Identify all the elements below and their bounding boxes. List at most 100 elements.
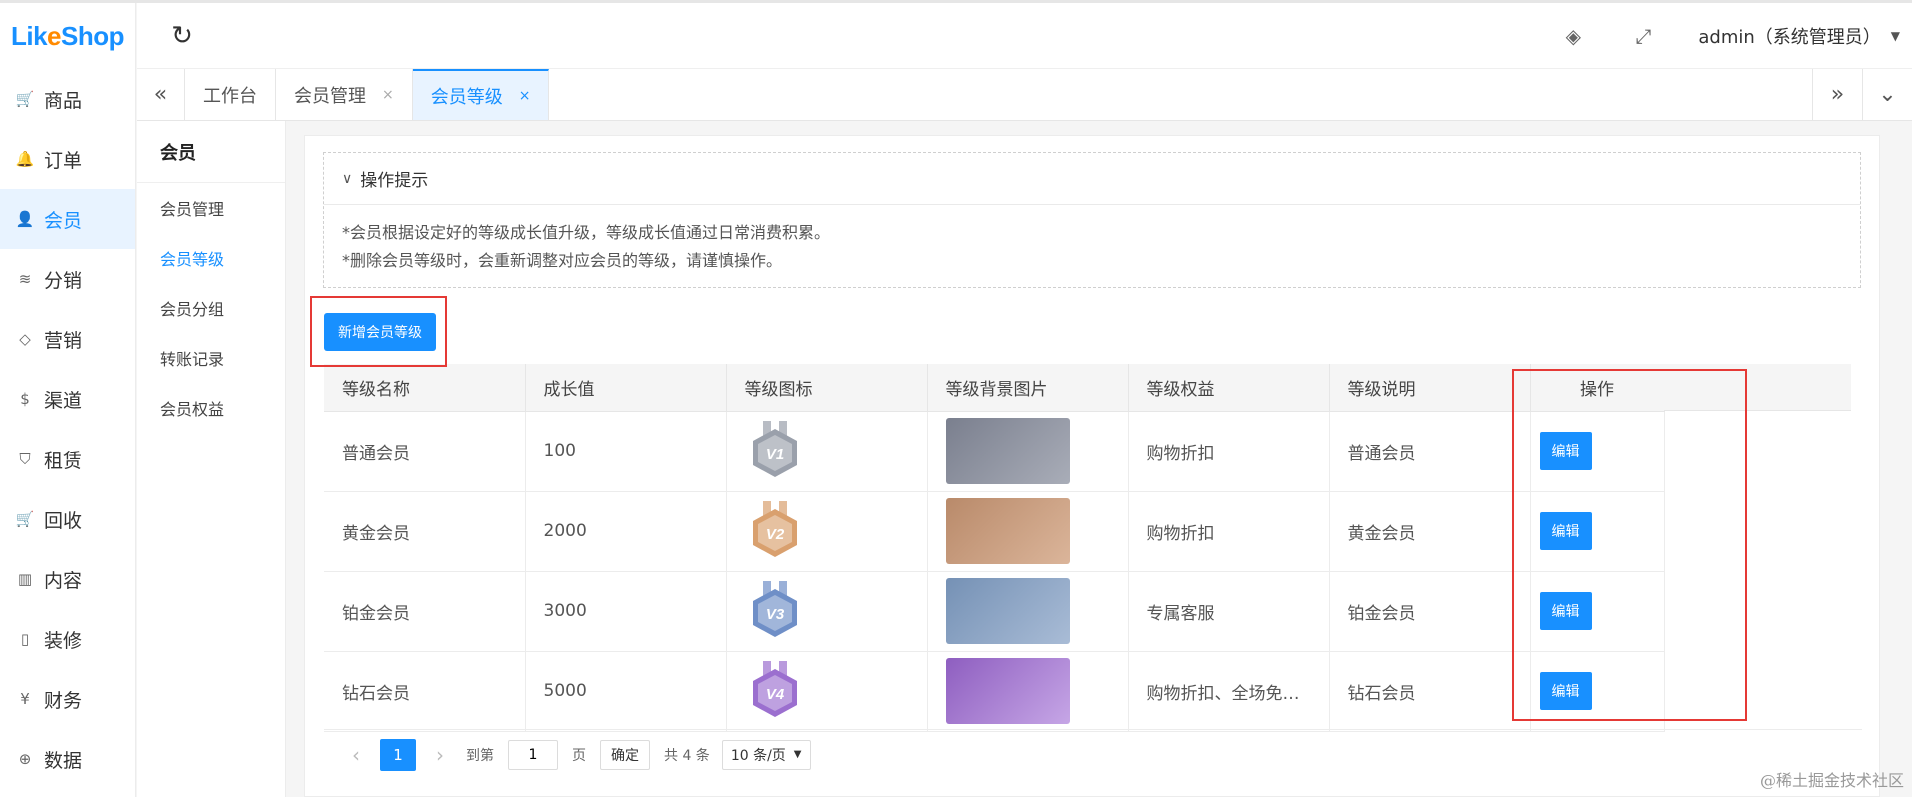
badge-label: V3 bbox=[765, 606, 784, 623]
nav-item-label: 商品 bbox=[44, 89, 83, 112]
column-header: 等级背景图片 bbox=[927, 364, 1129, 412]
fullscreen-icon[interactable]: ⤢ bbox=[1608, 24, 1678, 48]
logo-text-1: Lik bbox=[10, 20, 48, 51]
nav-item-4[interactable]: ◇ 营销 bbox=[0, 309, 135, 369]
cart-icon: 🛒 bbox=[15, 90, 35, 108]
level-bg-cell bbox=[927, 411, 1129, 492]
level-benefit: 购物折扣 bbox=[1128, 411, 1330, 492]
nav-item-1[interactable]: 🔔 订单 bbox=[0, 129, 135, 189]
refresh-icon[interactable]: ↻ bbox=[137, 3, 227, 69]
level-description: 铂金会员 bbox=[1329, 571, 1531, 652]
page-number-current[interactable]: 1 bbox=[380, 738, 416, 771]
tips-toggle[interactable]: ∨ 操作提示 bbox=[324, 153, 1860, 205]
tab-label: 工作台 bbox=[203, 85, 257, 107]
page-size-select[interactable]: 10 条/页 ▼ bbox=[721, 739, 811, 770]
tablet-icon: ▯ bbox=[20, 630, 30, 648]
level-benefit: 专属客服 bbox=[1128, 571, 1330, 652]
goto-label: 到第 bbox=[466, 747, 494, 764]
tabs-scroll-left-icon[interactable]: « bbox=[137, 69, 185, 120]
nav-item-5[interactable]: $ 渠道 bbox=[0, 369, 135, 429]
tab-0[interactable]: 工作台 bbox=[185, 69, 276, 120]
sub-nav-item-4[interactable]: 会员权益 bbox=[137, 383, 285, 433]
header-right: ◈ ⤢ admin（系统管理员） ▼ bbox=[1538, 3, 1912, 69]
top-header: ↻ ◈ ⤢ admin（系统管理员） ▼ bbox=[137, 3, 1912, 69]
tag-icon[interactable]: ◈ bbox=[1538, 24, 1608, 48]
sub-nav-item-1[interactable]: 会员等级 bbox=[137, 233, 285, 283]
sub-nav-item-0[interactable]: 会员管理 bbox=[137, 183, 285, 233]
level-bg-image bbox=[945, 498, 1070, 564]
yen-icon: ¥ bbox=[20, 690, 30, 708]
highlight-box-actions bbox=[1512, 369, 1747, 721]
tabs-menu-chevron-icon[interactable]: ⌄ bbox=[1862, 69, 1912, 120]
goto-page-input[interactable] bbox=[508, 739, 558, 770]
total-count: 共 4 条 bbox=[664, 747, 710, 764]
table-row: 钻石会员 5000 V4 购物折扣、全场免… 钻石会员 编辑 删除 bbox=[324, 651, 1665, 732]
table-body: 普通会员 100 V1 购物折扣 普通会员 编辑 删除 黄金会员 2000 V2 购物折扣 黄金会员编… bbox=[324, 411, 1665, 732]
nav-item-8[interactable]: ▥ 内容 bbox=[0, 549, 135, 609]
tips-line: *会员根据设定好的等级成长值升级，等级成长值通过日常消费积累。 bbox=[342, 223, 831, 242]
badge-label: V4 bbox=[765, 686, 784, 703]
nav-item-label: 营销 bbox=[44, 329, 83, 352]
nav-item-11[interactable]: ⊕ 数据 bbox=[0, 729, 135, 789]
close-icon[interactable]: × bbox=[382, 87, 394, 103]
layers-icon: ≋ bbox=[18, 270, 32, 288]
level-badge-cell: V2 bbox=[726, 491, 928, 572]
logo[interactable]: Lik e Shop bbox=[0, 3, 135, 69]
level-badge-cell: V4 bbox=[726, 651, 928, 732]
pagination: ‹ 1 › 到第 页 确定 共 4 条 10 条/页 ▼ bbox=[324, 729, 1862, 779]
table-header-row: 等级名称 成长值 等级图标 等级背景图片 等级权益 等级说明 操作 bbox=[324, 364, 1665, 412]
goto-confirm-button[interactable]: 确定 bbox=[600, 739, 650, 770]
growth-value: 5000 bbox=[525, 651, 727, 732]
tab-1[interactable]: 会员管理 × bbox=[276, 69, 413, 120]
table-row: 铂金会员 3000 V3 专属客服 铂金会员 编辑 删除 bbox=[324, 571, 1665, 652]
badge-label: V2 bbox=[765, 526, 784, 543]
nav-item-3[interactable]: ≋ 分销 bbox=[0, 249, 135, 309]
sub-nav-item-3[interactable]: 转账记录 bbox=[137, 333, 285, 383]
level-bg-cell bbox=[927, 491, 1129, 572]
close-icon[interactable]: × bbox=[519, 88, 531, 104]
tips-title: 操作提示 bbox=[360, 171, 429, 191]
nav-item-label: 数据 bbox=[44, 749, 83, 772]
level-badge-cell: V1 bbox=[726, 411, 928, 492]
nav-item-label: 租赁 bbox=[44, 449, 83, 472]
growth-value: 3000 bbox=[525, 571, 727, 652]
left-nav-items: 🛒 商品 🔔 订单 👤 会员 ≋ 分销 ◇ 营销 $ 渠道 ⛉ 租赁 🛒 回收 ▥ 内容 ▯ 装修 ¥ 财务 ⊕ 数据 bbox=[0, 69, 135, 789]
level-name: 铂金会员 bbox=[324, 571, 526, 652]
tabs-right: » ⌄ bbox=[1812, 69, 1912, 120]
table-row: 黄金会员 2000 V2 购物折扣 黄金会员 编辑 删除 bbox=[324, 491, 1665, 572]
next-page-icon[interactable]: › bbox=[428, 743, 452, 767]
level-bg-cell bbox=[927, 571, 1129, 652]
operation-tips: ∨ 操作提示 *会员根据设定好的等级成长值升级，等级成长值通过日常消费积累。 *… bbox=[323, 152, 1861, 288]
nav-item-0[interactable]: 🛒 商品 bbox=[0, 69, 135, 129]
nav-item-9[interactable]: ▯ 装修 bbox=[0, 609, 135, 669]
nav-item-6[interactable]: ⛉ 租赁 bbox=[0, 429, 135, 489]
nav-item-10[interactable]: ¥ 财务 bbox=[0, 669, 135, 729]
tabs-scroll-right-icon[interactable]: » bbox=[1812, 69, 1862, 120]
level-bg-image bbox=[945, 578, 1070, 644]
page-size-value: 10 条/页 bbox=[730, 747, 786, 764]
tips-body: *会员根据设定好的等级成长值升级，等级成长值通过日常消费积累。 *删除会员等级时… bbox=[324, 205, 1860, 289]
column-header: 成长值 bbox=[525, 364, 727, 412]
nav-item-2[interactable]: 👤 会员 bbox=[0, 189, 135, 249]
sub-nav-item-2[interactable]: 会员分组 bbox=[137, 283, 285, 333]
nav-item-7[interactable]: 🛒 回收 bbox=[0, 489, 135, 549]
level-benefit: 购物折扣、全场免… bbox=[1128, 651, 1330, 732]
level-bg-image bbox=[945, 658, 1070, 724]
recycle-cart-icon: 🛒 bbox=[15, 510, 35, 528]
sub-nav-items: 会员管理 会员等级 会员分组 转账记录 会员权益 bbox=[137, 183, 285, 433]
user-menu[interactable]: admin（系统管理员） ▼ bbox=[1678, 23, 1912, 49]
nav-item-label: 回收 bbox=[44, 509, 83, 532]
watermark: @稀土掘金技术社区 bbox=[1759, 771, 1904, 790]
level-name: 普通会员 bbox=[324, 411, 526, 492]
prev-page-icon[interactable]: ‹ bbox=[344, 743, 368, 767]
nav-item-label: 会员 bbox=[44, 209, 83, 232]
shield-icon: ⛉ bbox=[19, 450, 31, 468]
dollar-icon: $ bbox=[20, 390, 30, 408]
level-benefit: 购物折扣 bbox=[1128, 491, 1330, 572]
tab-label: 会员管理 bbox=[294, 85, 366, 107]
nav-item-label: 装修 bbox=[44, 629, 83, 652]
user-name: admin（系统管理员） bbox=[1698, 26, 1881, 48]
tab-2[interactable]: 会员等级 × bbox=[412, 69, 550, 120]
chevron-down-icon: ∨ bbox=[342, 170, 353, 187]
main-content: ∨ 操作提示 *会员根据设定好的等级成长值升级，等级成长值通过日常消费积累。 *… bbox=[304, 135, 1880, 797]
